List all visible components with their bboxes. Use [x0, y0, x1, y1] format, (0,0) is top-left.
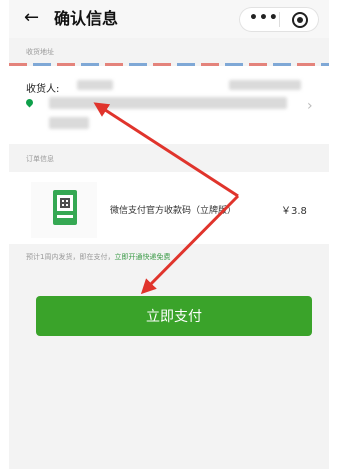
navigation-bar: ← 确认信息 •••: [9, 0, 329, 38]
phone-screen: ← 确认信息 ••• 收货地址 收货人: › 订单信息 微信支付官方收款码（立牌…: [9, 0, 329, 469]
close-mini-program-icon[interactable]: [292, 12, 308, 28]
delivery-note: 预计1周内发货，即在支付，立即开通快递免费: [26, 252, 170, 262]
product-image: [31, 182, 97, 238]
recipient-name-redacted: [77, 80, 113, 90]
mini-program-capsule: •••: [239, 7, 319, 32]
pay-now-button[interactable]: 立即支付: [36, 296, 312, 336]
page-title: 确认信息: [54, 9, 119, 28]
address-section-label: 收货地址: [26, 48, 54, 56]
qr-code-icon: [57, 195, 73, 211]
product-name: 微信支付官方收款码（立牌版）: [110, 206, 237, 216]
location-pin-icon: [24, 97, 35, 108]
more-menu-icon[interactable]: •••: [249, 10, 279, 26]
delivery-note-text: 预计1周内发货，即在支付，: [26, 253, 115, 261]
chevron-right-icon: ›: [307, 98, 313, 114]
recipient-label: 收货人:: [26, 84, 60, 95]
activate-link[interactable]: 立即开通快递免费: [114, 253, 170, 261]
payment-qr-stand-icon: [53, 190, 77, 225]
qr-card-label: [57, 215, 73, 218]
phone-number-redacted: [229, 80, 301, 90]
capsule-divider: [279, 12, 280, 27]
order-section-label: 订单信息: [26, 155, 54, 163]
address-card[interactable]: 收货人: ›: [9, 66, 329, 144]
product-price: ￥3.8: [281, 206, 307, 217]
address-line-redacted: [49, 97, 287, 109]
back-arrow-icon[interactable]: ←: [24, 8, 39, 28]
address-line-2-redacted: [49, 117, 89, 129]
order-item: 微信支付官方收款码（立牌版） ￥3.8: [9, 172, 329, 244]
